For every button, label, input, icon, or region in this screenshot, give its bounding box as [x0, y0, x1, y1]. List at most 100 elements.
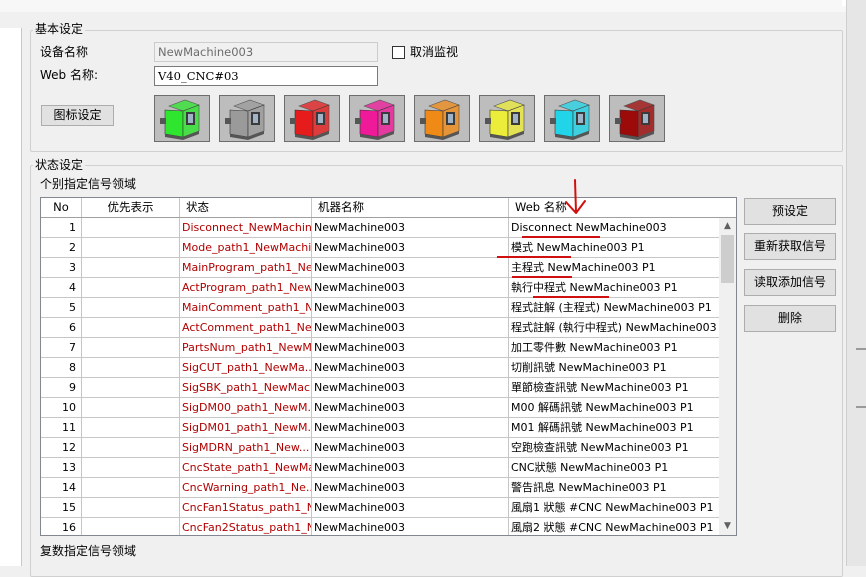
machine-name-cell[interactable]: NewMachine003 — [312, 218, 509, 237]
column-header-priority[interactable]: 优先表示 — [82, 198, 180, 217]
table-row[interactable]: 2 Mode_path1_NewMachi... NewMachine003 模式 N… — [41, 238, 719, 258]
scrollbar-thumb[interactable] — [721, 235, 734, 283]
signal-grid: No 优先表示 状态 机器名称 Web 名称 1 Disconnect_NewMa… — [40, 197, 737, 536]
web-name-cell[interactable]: 程式註解 (執行中程式) NewMachine003 P1 — [509, 318, 719, 337]
machine-name-cell[interactable]: NewMachine003 — [312, 518, 509, 535]
table-row[interactable]: 4 ActProgram_path1_New... NewMachine003 執行中… — [41, 278, 719, 298]
scroll-down-arrow-icon[interactable]: ▼ — [719, 518, 736, 535]
priority-cell — [82, 358, 180, 377]
reacquire-signal-button[interactable]: 重新获取信号 — [744, 233, 836, 260]
machine-name-cell[interactable]: NewMachine003 — [312, 358, 509, 377]
annotation-underline — [533, 296, 609, 298]
cyan-machine-icon[interactable] — [544, 95, 600, 142]
web-name-cell[interactable]: M00 解碼訊號 NewMachine003 P1 — [509, 398, 719, 417]
status-cell[interactable]: SigDM00_path1_NewM... — [180, 398, 312, 417]
web-name-field[interactable]: V40_CNC#03 — [154, 66, 378, 86]
column-header-no[interactable]: No — [41, 198, 82, 217]
table-row[interactable]: 9 SigSBK_path1_NewMac... NewMachine003 單節檢查… — [41, 378, 719, 398]
web-name-cell[interactable]: 風扇1 狀態 #CNC NewMachine003 P1 — [509, 498, 719, 517]
status-cell[interactable]: SigSBK_path1_NewMac... — [180, 378, 312, 397]
web-name-cell[interactable]: Disconnect NewMachine003 — [509, 218, 719, 237]
table-row[interactable]: 12 SigMDRN_path1_New... NewMachine003 空跑檢查訊… — [41, 438, 719, 458]
table-row[interactable]: 1 Disconnect_NewMachin... NewMachine003 Dis… — [41, 218, 719, 238]
table-row[interactable]: 8 SigCUT_path1_NewMa... NewMachine003 切削訊號 … — [41, 358, 719, 378]
preset-button[interactable]: 预设定 — [744, 198, 836, 225]
column-header-status[interactable]: 状态 — [180, 198, 312, 217]
table-row[interactable]: 10 SigDM00_path1_NewM... NewMachine003 M00 … — [41, 398, 719, 418]
web-name-cell[interactable]: 執行中程式 NewMachine003 P1 — [509, 278, 719, 297]
machine-name-cell[interactable]: NewMachine003 — [312, 278, 509, 297]
column-header-web-name[interactable]: Web 名称 — [509, 198, 719, 217]
status-cell[interactable]: CncWarning_path1_Ne... — [180, 478, 312, 497]
web-name-cell[interactable]: 切削訊號 NewMachine003 P1 — [509, 358, 719, 377]
table-row[interactable]: 13 CncState_path1_NewMa... NewMachine003 CN… — [41, 458, 719, 478]
table-row[interactable]: 7 PartsNum_path1_NewM... NewMachine003 加工零件… — [41, 338, 719, 358]
machine-name-cell[interactable]: NewMachine003 — [312, 318, 509, 337]
magenta-machine-icon[interactable] — [349, 95, 405, 142]
status-cell[interactable]: PartsNum_path1_NewM... — [180, 338, 312, 357]
status-cell[interactable]: Disconnect_NewMachin... — [180, 218, 312, 237]
status-cell[interactable]: CncState_path1_NewMa... — [180, 458, 312, 477]
row-number: 16 — [41, 518, 82, 535]
machine-name-cell[interactable]: NewMachine003 — [312, 458, 509, 477]
table-row[interactable]: 5 MainComment_path1_N... NewMachine003 程式註解… — [41, 298, 719, 318]
machine-name-cell[interactable]: NewMachine003 — [312, 378, 509, 397]
web-name-cell[interactable]: 風扇2 狀態 #CNC NewMachine003 P1 — [509, 518, 719, 535]
cancel-monitor-checkbox[interactable] — [392, 46, 405, 59]
machine-name-cell[interactable]: NewMachine003 — [312, 438, 509, 457]
status-cell[interactable]: SigDM01_path1_NewM... — [180, 418, 312, 437]
web-name-cell[interactable]: CNC狀態 NewMachine003 P1 — [509, 458, 719, 477]
web-name-cell[interactable]: 警告訊息 NewMachine003 P1 — [509, 478, 719, 497]
darkred-machine-icon[interactable] — [609, 95, 665, 142]
gray-machine-icon[interactable] — [219, 95, 275, 142]
table-row[interactable]: 6 ActComment_path1_Ne... NewMachine003 程式註解… — [41, 318, 719, 338]
scroll-up-arrow-icon[interactable]: ▲ — [719, 218, 736, 235]
row-number: 11 — [41, 418, 82, 437]
web-name-cell[interactable]: 加工零件數 NewMachine003 P1 — [509, 338, 719, 357]
table-row[interactable]: 15 CncFan1Status_path1_N... NewMachine003 風… — [41, 498, 719, 518]
web-name-cell[interactable]: 主程式 NewMachine003 P1 — [509, 258, 719, 277]
machine-name-cell[interactable]: NewMachine003 — [312, 298, 509, 317]
read-add-signal-button[interactable]: 读取添加信号 — [744, 269, 836, 296]
status-cell[interactable]: ActProgram_path1_New... — [180, 278, 312, 297]
table-row[interactable]: 16 CncFan2Status_path1_N... NewMachine003 風… — [41, 518, 719, 535]
machine-name-cell[interactable]: NewMachine003 — [312, 418, 509, 437]
annotation-underline — [497, 256, 571, 258]
table-row[interactable]: 11 SigDM01_path1_NewM... NewMachine003 M01 … — [41, 418, 719, 438]
column-header-machine-name[interactable]: 机器名称 — [312, 198, 509, 217]
web-name-cell[interactable]: 程式註解 (主程式) NewMachine003 P1 — [509, 298, 719, 317]
status-cell[interactable]: MainProgram_path1_Ne... — [180, 258, 312, 277]
yellow-machine-icon[interactable] — [479, 95, 535, 142]
table-row[interactable]: 14 CncWarning_path1_Ne... NewMachine003 警告訊… — [41, 478, 719, 498]
orange-machine-icon[interactable] — [414, 95, 470, 142]
web-name-cell[interactable]: M01 解碼訊號 NewMachine003 P1 — [509, 418, 719, 437]
grid-vertical-scrollbar[interactable]: ▲ ▼ — [719, 218, 736, 535]
annotation-underline — [512, 276, 572, 278]
device-name-field[interactable]: NewMachine003 — [154, 42, 378, 62]
machine-name-cell[interactable]: NewMachine003 — [312, 478, 509, 497]
status-cell[interactable]: SigMDRN_path1_New... — [180, 438, 312, 457]
machine-name-cell[interactable]: NewMachine003 — [312, 398, 509, 417]
green-machine-icon[interactable] — [154, 95, 210, 142]
web-name-cell[interactable]: 單節檢查訊號 NewMachine003 P1 — [509, 378, 719, 397]
status-cell[interactable]: CncFan1Status_path1_N... — [180, 498, 312, 517]
priority-cell — [82, 338, 180, 357]
web-name-cell[interactable]: 空跑檢查訊號 NewMachine003 P1 — [509, 438, 719, 457]
status-cell[interactable]: Mode_path1_NewMachi... — [180, 238, 312, 257]
status-cell[interactable]: SigCUT_path1_NewMa... — [180, 358, 312, 377]
machine-name-cell[interactable]: NewMachine003 — [312, 498, 509, 517]
icon-settings-button[interactable]: 图标设定 — [41, 105, 114, 126]
machine-name-cell[interactable]: NewMachine003 — [312, 258, 509, 277]
status-cell[interactable]: CncFan2Status_path1_N... — [180, 518, 312, 535]
individual-signal-area-label: 个别指定信号领域 — [40, 177, 137, 191]
machine-name-cell[interactable]: NewMachine003 — [312, 338, 509, 357]
row-number: 3 — [41, 258, 82, 277]
machine-name-cell[interactable]: NewMachine003 — [312, 238, 509, 257]
row-number: 5 — [41, 298, 82, 317]
table-row[interactable]: 3 MainProgram_path1_Ne... NewMachine003 主程式… — [41, 258, 719, 278]
status-cell[interactable]: MainComment_path1_N... — [180, 298, 312, 317]
red-machine-icon[interactable] — [284, 95, 340, 142]
delete-button[interactable]: 删除 — [744, 305, 836, 332]
status-cell[interactable]: ActComment_path1_Ne... — [180, 318, 312, 337]
web-name-cell[interactable]: 模式 NewMachine003 P1 — [509, 238, 719, 257]
